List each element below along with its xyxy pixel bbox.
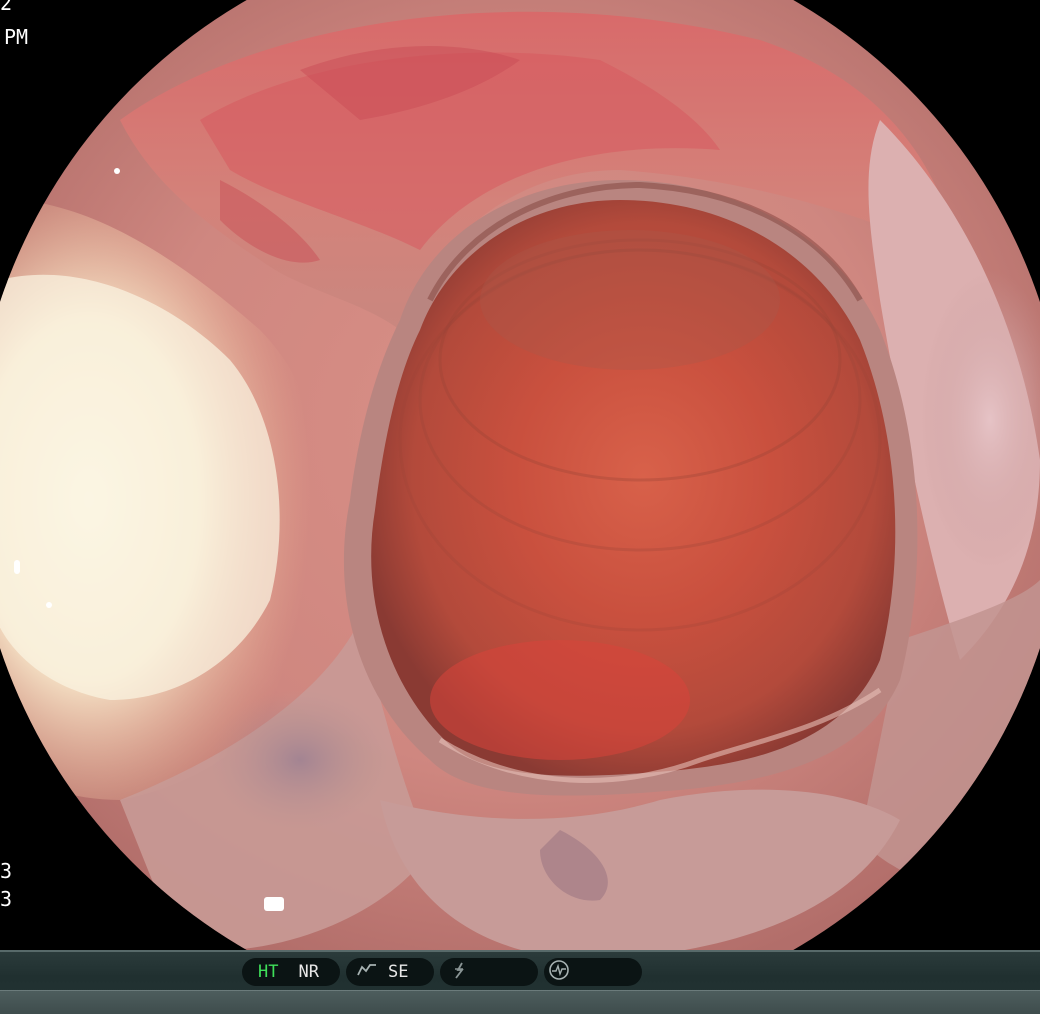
- waveform-indicator: [544, 958, 642, 986]
- overlay-bottom-left-line1: 3: [0, 859, 13, 883]
- waveform-circle-icon: [548, 959, 570, 986]
- reflection-speck: [14, 560, 20, 574]
- status-bar: HT NR SE: [0, 950, 1040, 1014]
- flash-indicator: [440, 958, 538, 986]
- se-indicator: SE: [346, 958, 434, 986]
- ht-nr-indicator: HT NR: [242, 958, 340, 986]
- se-label: SE: [388, 962, 409, 982]
- endoscopic-image-svg: [0, 0, 1040, 950]
- status-bar-strip: [0, 990, 1040, 1014]
- overlay-top-left-line1: 2: [0, 0, 13, 15]
- ht-label: HT: [258, 962, 279, 982]
- nr-label: NR: [298, 962, 319, 982]
- reflection-speck: [114, 168, 120, 174]
- endoscopic-image: [0, 0, 1040, 950]
- reflection-speck: [264, 897, 284, 911]
- enhance-curve-icon: [356, 961, 378, 984]
- endoscope-screen: 2 PM 3 3 HT NR SE: [0, 0, 1040, 1014]
- overlay-time-period: PM: [4, 25, 29, 49]
- overlay-bottom-left-line2: 3: [0, 887, 13, 911]
- lightning-icon: [450, 961, 468, 984]
- reflection-speck: [46, 602, 52, 608]
